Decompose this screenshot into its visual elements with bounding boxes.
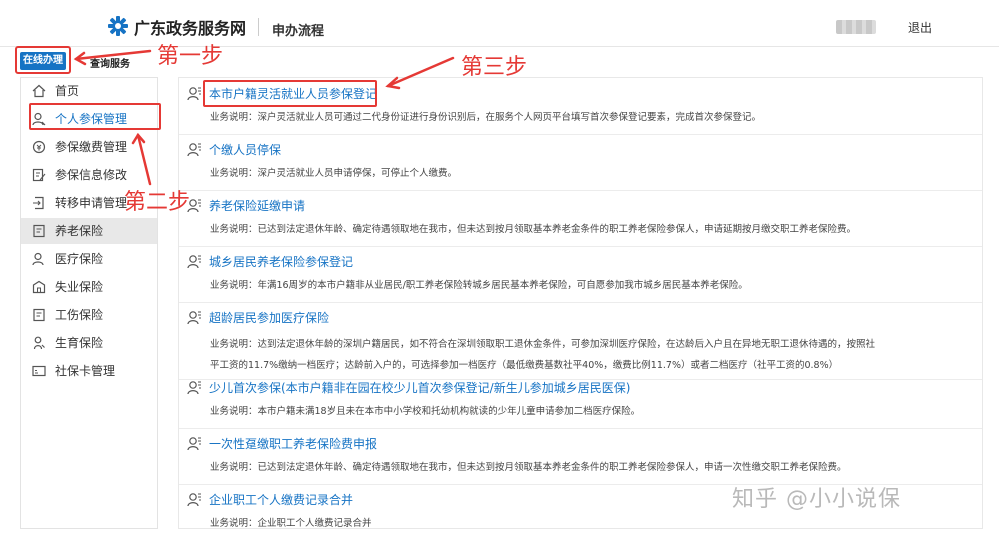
service-description: 业务说明：已达到法定退休年龄、确定待遇领取地在我市，但未达到按月领取基本养老金条… <box>210 224 857 235</box>
site-logo-icon <box>108 16 128 36</box>
person-doc-icon <box>187 87 201 101</box>
sidebar-item-home[interactable]: 首页 <box>21 78 157 104</box>
step1-label: 第一步 <box>157 44 224 69</box>
medical-person-icon <box>32 252 44 266</box>
row-divider <box>179 428 982 429</box>
sidebar: 首页 个人参保管理 参保缴费管理 参保信息修改 转移申请管理 养老保险 医疗保险… <box>20 77 158 529</box>
sidebar-item-label: 医疗保险 <box>55 252 104 266</box>
service-link[interactable]: 企业职工个人缴费记录合并 <box>209 491 353 508</box>
home-icon <box>32 84 46 98</box>
sidebar-item-unemployment[interactable]: 失业保险 <box>21 274 157 300</box>
service-description: 业务说明：已达到法定退休年龄、确定待遇领取地在我市，但未达到按月领取基本养老金条… <box>210 462 847 473</box>
sidebar-item-social-card[interactable]: 社保卡管理 <box>21 358 157 384</box>
service-description: 业务说明：深户灵活就业人员可通过二代身份证进行身份识别后，在服务个人网页平台填写… <box>210 112 762 123</box>
service-link[interactable]: 少儿首次参保(本市户籍非在园在校少儿首次参保登记/新生儿参加城乡居民医保) <box>209 379 630 396</box>
edit-doc-icon <box>32 168 46 182</box>
user-name-blurred <box>836 20 876 34</box>
service-description: 业务说明：年满16周岁的本市户籍非从业居民/职工养老保险转城乡居民基本养老保险，… <box>210 280 748 291</box>
document-icon <box>33 224 45 238</box>
tab-query-service[interactable]: 查询服务 <box>90 55 130 70</box>
page-title: 申办流程 <box>272 24 325 39</box>
sidebar-item-label: 社保卡管理 <box>55 364 116 378</box>
step1-highlight-box <box>15 46 71 74</box>
coin-icon <box>32 140 46 154</box>
step1-arrow-head <box>73 51 87 66</box>
service-link[interactable]: 个缴人员停保 <box>209 141 281 158</box>
sidebar-item-injury[interactable]: 工伤保险 <box>21 302 157 328</box>
service-description: 业务说明：企业职工个人缴费记录合并 <box>210 518 372 529</box>
top-header: 广东政务服务网 申办流程 退出 <box>0 0 999 47</box>
service-list: 本市户籍灵活就业人员参保登记 业务说明：深户灵活就业人员可通过二代身份证进行身份… <box>178 77 983 529</box>
baby-icon <box>33 336 45 350</box>
service-link[interactable]: 养老保险延缴申请 <box>209 197 305 214</box>
step2-label: 第二步 <box>124 190 191 215</box>
service-description: 业务说明：本市户籍未满18岁且未在本市中小学校和托幼机构就读的少年儿童申请参加二… <box>210 406 641 417</box>
person-doc-icon <box>187 311 201 325</box>
building-icon <box>32 280 46 294</box>
sidebar-item-label: 参保缴费管理 <box>55 140 128 154</box>
sidebar-item-medical[interactable]: 医疗保险 <box>21 246 157 272</box>
row-divider <box>179 190 982 191</box>
document-icon <box>33 308 45 322</box>
logout-link[interactable]: 退出 <box>908 19 932 36</box>
sidebar-item-label: 首页 <box>55 84 80 98</box>
sidebar-item-label: 失业保险 <box>55 280 104 294</box>
person-doc-icon <box>187 143 201 157</box>
row-divider <box>179 246 982 247</box>
person-doc-icon <box>187 493 201 507</box>
sidebar-item-label: 参保信息修改 <box>55 168 128 182</box>
person-doc-icon <box>187 381 201 395</box>
sidebar-item-label: 转移申请管理 <box>55 196 128 210</box>
person-doc-icon <box>187 437 201 451</box>
row-divider <box>179 302 982 303</box>
sidebar-item-label: 工伤保险 <box>55 308 104 322</box>
row-divider <box>179 134 982 135</box>
sidebar-item-pension[interactable]: 养老保险 <box>21 218 157 244</box>
step3-label: 第三步 <box>461 55 528 80</box>
service-link[interactable]: 一次性趸缴职工养老保险费申报 <box>209 435 377 452</box>
step2-highlight-box <box>29 103 161 130</box>
sidebar-item-payment[interactable]: 参保缴费管理 <box>21 134 157 160</box>
sidebar-item-label: 养老保险 <box>55 224 104 238</box>
watermark: 知乎 @小小说保 <box>732 487 901 512</box>
service-link[interactable]: 城乡居民养老保险参保登记 <box>209 253 353 270</box>
service-description: 业务说明：达到法定退休年龄的深圳户籍居民，如不符合在深圳领取职工退休金条件，可参… <box>210 339 876 350</box>
site-name: 广东政务服务网 <box>134 19 247 38</box>
sidebar-item-label: 生育保险 <box>55 336 104 350</box>
header-divider <box>258 18 259 36</box>
service-description: 业务说明：深户灵活就业人员申请停保，可停止个人缴费。 <box>210 168 458 179</box>
step3-highlight-box <box>203 80 377 107</box>
card-icon <box>32 365 46 377</box>
person-doc-icon <box>187 255 201 269</box>
service-link[interactable]: 超龄居民参加医疗保险 <box>209 309 329 326</box>
service-description-line2: 平工资的11.7%缴纳一档医疗；达龄前入户的，可选择参加一档医疗（最低缴费基数社… <box>210 360 839 371</box>
transfer-icon <box>33 196 44 210</box>
sidebar-item-maternity[interactable]: 生育保险 <box>21 330 157 356</box>
